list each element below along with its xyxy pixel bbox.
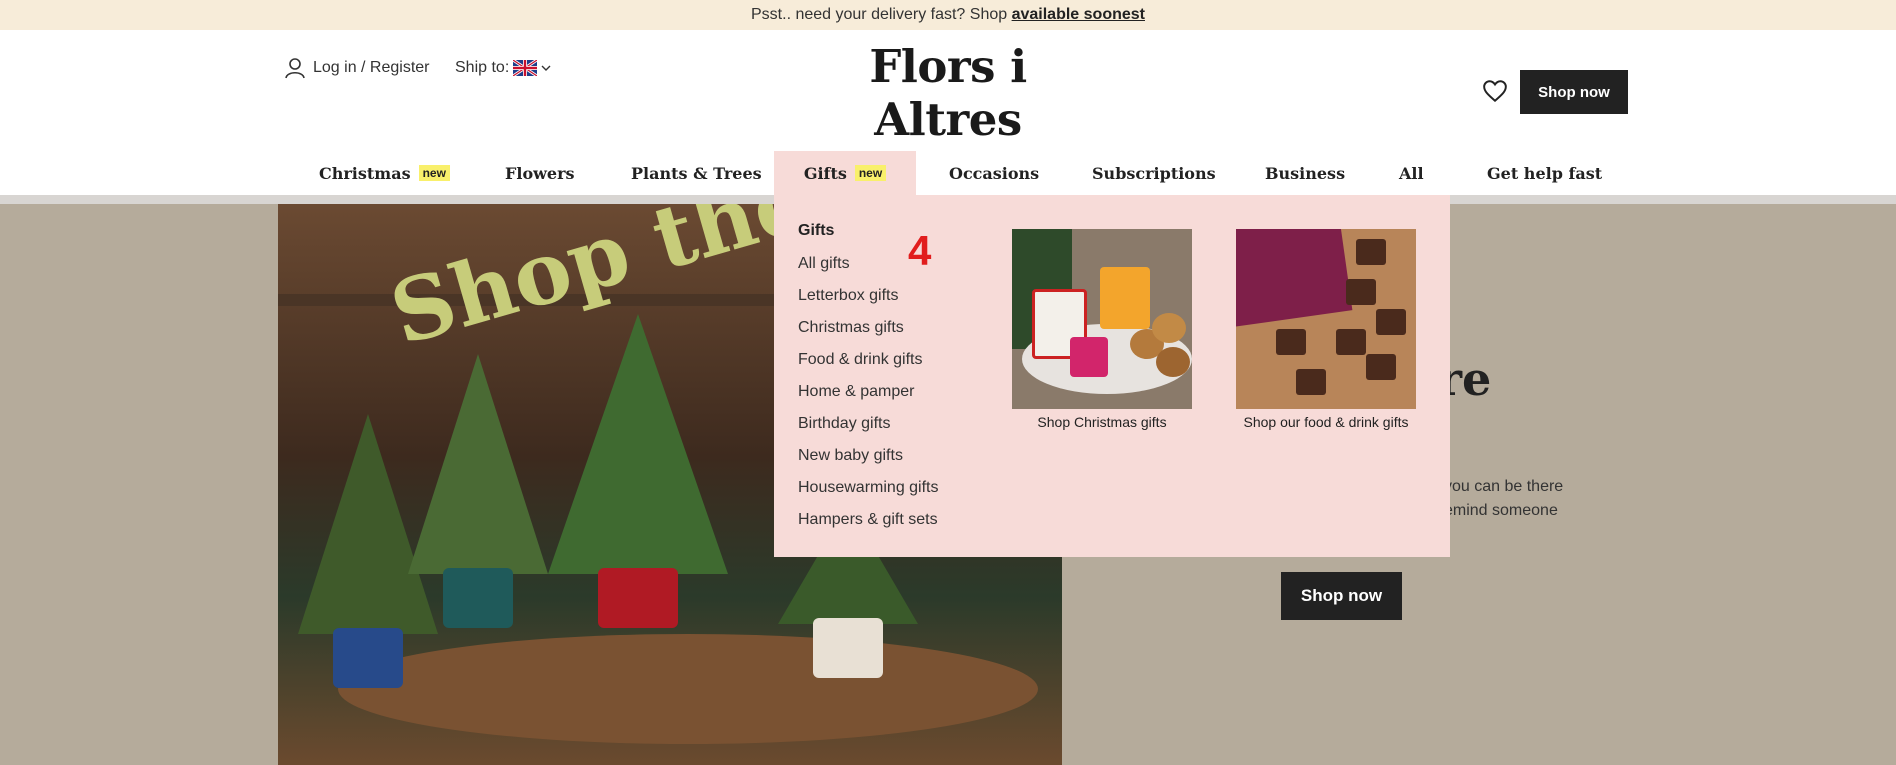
dropdown-link-new-baby-gifts[interactable]: New baby gifts: [798, 447, 903, 465]
dropdown-link-christmas-gifts[interactable]: Christmas gifts: [798, 319, 904, 337]
dropdown-link-birthday-gifts[interactable]: Birthday gifts: [798, 415, 890, 433]
nav-gifts[interactable]: Gifts new: [774, 151, 916, 195]
site-logo[interactable]: Flors i Altres: [796, 40, 1100, 146]
nav-christmas[interactable]: Christmas new: [319, 151, 450, 195]
card-caption: Shop Christmas gifts: [1037, 414, 1167, 430]
chevron-down-icon: [541, 65, 551, 71]
mini-tree: [408, 354, 548, 628]
food-drink-gifts-card[interactable]: Shop our food & drink gifts: [1236, 229, 1416, 430]
nav-label: Subscriptions: [1092, 163, 1216, 183]
account-link[interactable]: Log in / Register: [283, 53, 430, 83]
nav-label: Get help fast: [1487, 163, 1603, 183]
mini-tree: [548, 314, 728, 628]
nav-label: Gifts: [803, 163, 847, 183]
promo-text: Psst.. need your delivery fast? Shop: [751, 6, 1012, 23]
annotation-marker: 4: [908, 227, 932, 274]
hero-description-line: emind someone: [1444, 502, 1558, 519]
account-label: Log in / Register: [313, 59, 430, 76]
dropdown-heading: Gifts: [798, 222, 835, 239]
available-soonest-link[interactable]: available soonest: [1012, 6, 1145, 23]
new-badge: new: [418, 165, 450, 181]
nav-flowers[interactable]: Flowers: [505, 151, 575, 195]
heart-icon[interactable]: [1482, 78, 1508, 104]
christmas-gifts-image: [1012, 229, 1192, 409]
nav-business[interactable]: Business: [1265, 151, 1345, 195]
nav-plants-trees[interactable]: Plants & Trees: [631, 151, 762, 195]
header-shop-now-button[interactable]: Shop now: [1520, 70, 1628, 114]
user-icon: [285, 58, 305, 79]
nav-get-help-fast[interactable]: Get help fast: [1487, 151, 1602, 195]
promo-bar: Psst.. need your delivery fast? Shop ava…: [0, 0, 1896, 30]
nav-label: All: [1399, 163, 1424, 183]
ship-to-label: Ship to:: [455, 59, 510, 76]
nav-label: Occasions: [949, 163, 1040, 183]
hero-shop-now-button[interactable]: Shop now: [1281, 572, 1402, 620]
card-caption: Shop our food & drink gifts: [1243, 414, 1409, 430]
dropdown-link-all-gifts[interactable]: All gifts: [798, 255, 850, 273]
main-nav: Christmas new Flowers Plants & Trees Gif…: [0, 151, 1896, 195]
nav-subscriptions[interactable]: Subscriptions: [1092, 151, 1216, 195]
nav-all[interactable]: All: [1399, 151, 1424, 195]
uk-flag-icon: [513, 60, 538, 76]
dropdown-link-hampers-gift-sets[interactable]: Hampers & gift sets: [798, 511, 938, 529]
nav-label: Christmas: [319, 163, 411, 183]
dropdown-link-home-pamper[interactable]: Home & pamper: [798, 383, 915, 401]
hero-description-line: you can be there: [1444, 478, 1564, 495]
nav-label: Plants & Trees: [631, 163, 762, 183]
dropdown-link-letterbox-gifts[interactable]: Letterbox gifts: [798, 287, 899, 305]
food-drink-gifts-image: [1236, 229, 1416, 409]
ship-to-selector[interactable]: Ship to:: [455, 53, 551, 83]
gifts-dropdown-menu: Gifts 4 All gifts Letterbox gifts Christ…: [774, 195, 1450, 557]
hero-table: [338, 634, 1038, 744]
nav-label: Flowers: [505, 163, 575, 183]
dropdown-link-housewarming-gifts[interactable]: Housewarming gifts: [798, 479, 939, 497]
new-badge: new: [854, 165, 887, 181]
nav-label: Business: [1265, 163, 1346, 183]
christmas-gifts-card[interactable]: Shop Christmas gifts: [1012, 229, 1192, 430]
dropdown-link-food-drink-gifts[interactable]: Food & drink gifts: [798, 351, 923, 369]
nav-occasions[interactable]: Occasions: [949, 151, 1039, 195]
